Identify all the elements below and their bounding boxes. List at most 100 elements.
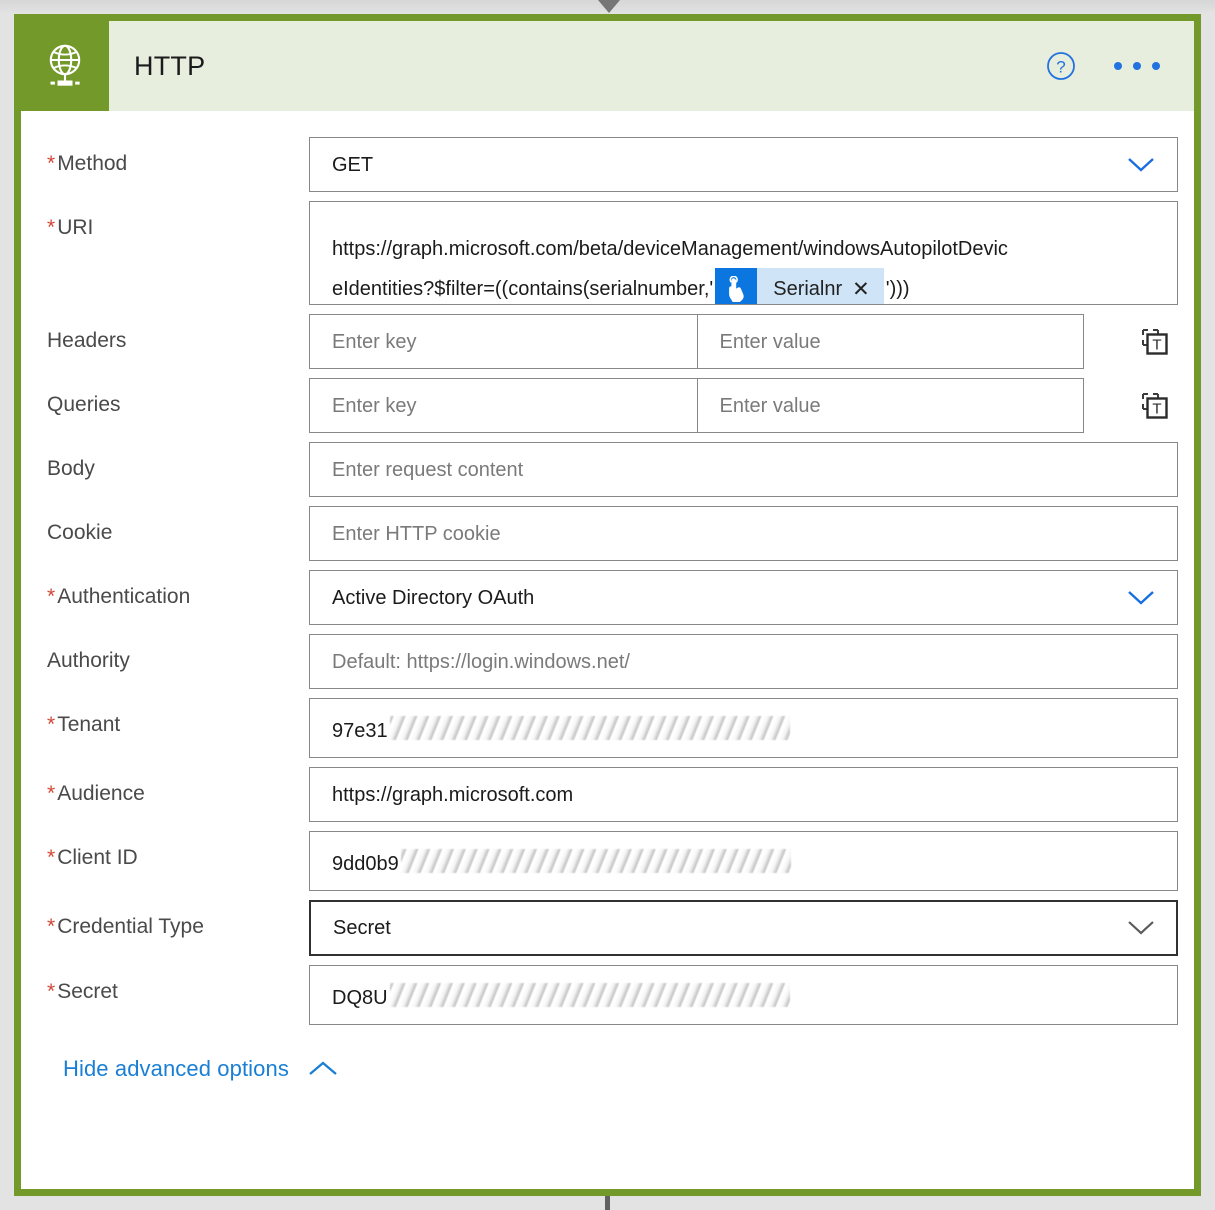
uri-line-2: eIdentities?$filter=((contains(serialnum… (332, 266, 1163, 305)
headers-value-input[interactable]: Enter value (697, 315, 1084, 368)
secret-value: DQ8U (332, 980, 790, 1011)
field-row-cookie: Cookie Enter HTTP cookie (21, 506, 1194, 561)
outgoing-connector-line (605, 1196, 610, 1210)
field-headers: Enter key Enter value T (309, 314, 1178, 369)
field-row-secret: *Secret DQ8U (21, 965, 1194, 1025)
field-row-credential-type: *Credential Type Secret (21, 900, 1194, 956)
card-footer: Hide advanced options (21, 1034, 1194, 1082)
card-title: HTTP (134, 51, 1046, 82)
tap-hand-icon (715, 268, 757, 305)
field-body: Enter request content (309, 442, 1178, 497)
cookie-input[interactable]: Enter HTTP cookie (309, 506, 1178, 561)
label-authentication: *Authentication (47, 570, 309, 609)
chevron-up-icon[interactable] (307, 1060, 339, 1078)
method-dropdown[interactable]: GET (309, 137, 1178, 192)
secret-input[interactable]: DQ8U (309, 965, 1178, 1025)
headers-key-input[interactable]: Enter key (310, 315, 697, 368)
field-row-audience: *Audience https://graph.microsoft.com (21, 767, 1194, 822)
field-client-id: 9dd0b9 (309, 831, 1178, 891)
tenant-value: 97e31 (332, 713, 790, 744)
queries-key-input[interactable]: Enter key (310, 379, 697, 432)
hide-advanced-options-link[interactable]: Hide advanced options (63, 1056, 289, 1082)
switch-to-text-mode-icon: T (1138, 389, 1172, 423)
incoming-connector (0, 0, 1215, 14)
label-uri: *URI (47, 201, 309, 240)
tap-hand-glyph (724, 276, 748, 302)
required-marker: * (47, 585, 55, 608)
field-row-tenant: *Tenant 97e31 (21, 698, 1194, 758)
queries-switch-to-text-mode-icon[interactable]: T (1138, 389, 1172, 423)
uri-input[interactable]: https://graph.microsoft.com/beta/deviceM… (309, 201, 1178, 305)
svg-text:T: T (1152, 400, 1161, 417)
connector-arrow-down-icon (598, 0, 620, 13)
help-icon[interactable]: ? (1046, 51, 1076, 81)
field-row-method: *Method GET (21, 137, 1194, 192)
secret-value-visible: DQ8U (332, 986, 388, 1011)
label-body: Body (47, 442, 309, 481)
label-authority: Authority (47, 634, 309, 673)
required-marker: * (47, 846, 55, 869)
field-authentication: Active Directory OAuth (309, 570, 1178, 625)
uri-text-before-token: eIdentities?$filter=((contains(serialnum… (332, 260, 713, 305)
svg-text:?: ? (1056, 58, 1065, 77)
headers-switch-to-text-mode-icon[interactable]: T (1138, 325, 1172, 359)
field-row-body: Body Enter request content (21, 442, 1194, 497)
field-cookie: Enter HTTP cookie (309, 506, 1178, 561)
card-header: HTTP ? (21, 21, 1194, 111)
uri-text-after-token: '))) (886, 260, 910, 305)
field-queries: Enter key Enter value T (309, 378, 1178, 433)
label-headers: Headers (47, 314, 309, 353)
field-row-authority: Authority Default: https://login.windows… (21, 634, 1194, 689)
field-row-client-id: *Client ID 9dd0b9 (21, 831, 1194, 891)
field-authority: Default: https://login.windows.net/ (309, 634, 1178, 689)
field-row-headers: Headers Enter key Enter value T (21, 314, 1194, 369)
queries-keyvalue-row: Enter key Enter value (309, 378, 1084, 433)
credential-type-dropdown[interactable]: Secret (309, 900, 1178, 956)
tenant-input[interactable]: 97e31 (309, 698, 1178, 758)
tenant-value-visible: 97e31 (332, 719, 388, 744)
field-secret: DQ8U (309, 965, 1178, 1025)
required-marker: * (47, 713, 55, 736)
close-icon[interactable]: ✕ (852, 279, 884, 300)
audience-input[interactable]: https://graph.microsoft.com (309, 767, 1178, 822)
authority-input[interactable]: Default: https://login.windows.net/ (309, 634, 1178, 689)
label-method: *Method (47, 137, 309, 176)
body-input[interactable]: Enter request content (309, 442, 1178, 497)
label-client-id: *Client ID (47, 831, 309, 870)
field-method: GET (309, 137, 1178, 192)
client-id-value: 9dd0b9 (332, 846, 791, 877)
http-action-card: HTTP ? *Method GET (14, 14, 1201, 1196)
label-secret: *Secret (47, 965, 309, 1004)
required-marker: * (47, 782, 55, 805)
authentication-dropdown[interactable]: Active Directory OAuth (309, 570, 1178, 625)
switch-to-text-mode-icon: T (1138, 325, 1172, 359)
required-marker: * (47, 216, 55, 239)
dynamic-content-token-serialnr[interactable]: Serialnr ✕ (715, 268, 884, 305)
card-body: *Method GET *URI https://graph.microsoft… (21, 111, 1194, 1189)
field-uri: https://graph.microsoft.com/beta/deviceM… (309, 201, 1178, 305)
redaction-smudge (390, 716, 790, 740)
field-row-uri: *URI https://graph.microsoft.com/beta/de… (21, 201, 1194, 305)
client-id-value-visible: 9dd0b9 (332, 852, 399, 877)
queries-value-input[interactable]: Enter value (697, 379, 1084, 432)
token-label: Serialnr (757, 278, 852, 301)
field-row-authentication: *Authentication Active Directory OAuth (21, 570, 1194, 625)
http-connector-icon-container (21, 21, 109, 111)
label-cookie: Cookie (47, 506, 309, 545)
card-header-actions: ? (1046, 51, 1160, 81)
field-credential-type: Secret (309, 900, 1178, 956)
svg-text:T: T (1152, 336, 1161, 353)
required-marker: * (47, 980, 55, 1003)
required-marker: * (47, 152, 55, 175)
flow-action-card-canvas: HTTP ? *Method GET (0, 0, 1215, 1210)
more-options-icon[interactable] (1114, 62, 1160, 70)
field-row-queries: Queries Enter key Enter value T (21, 378, 1194, 433)
required-marker: * (47, 915, 55, 938)
field-tenant: 97e31 (309, 698, 1178, 758)
redaction-smudge (390, 983, 790, 1007)
redaction-smudge (401, 849, 791, 873)
label-credential-type: *Credential Type (47, 900, 309, 939)
client-id-input[interactable]: 9dd0b9 (309, 831, 1178, 891)
chevron-up-glyph (307, 1060, 339, 1078)
label-tenant: *Tenant (47, 698, 309, 737)
